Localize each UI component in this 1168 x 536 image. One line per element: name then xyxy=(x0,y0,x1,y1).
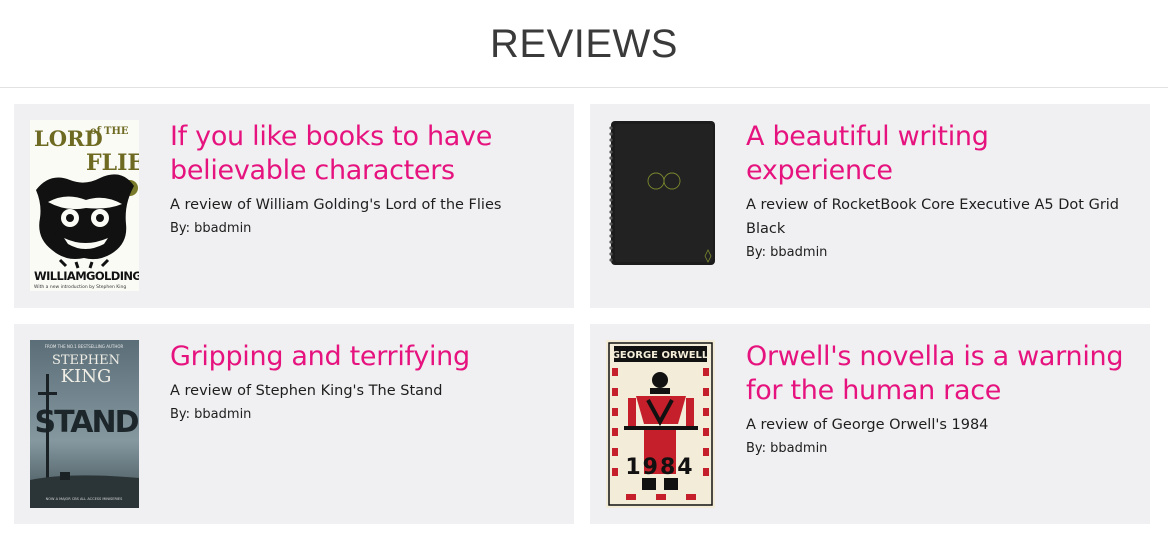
review-title-link[interactable]: If you like books to have believable cha… xyxy=(170,120,558,188)
review-subtitle: A review of William Golding's Lord of th… xyxy=(170,197,502,213)
review-card[interactable]: A beautiful writing experience A review … xyxy=(590,104,1150,308)
svg-text:KING: KING xyxy=(61,366,112,387)
svg-text:THE: THE xyxy=(104,126,129,137)
review-card[interactable]: GEORGE ORWELL 1984 Orwell's novella is a… xyxy=(590,324,1150,524)
review-card-body: If you like books to have believable cha… xyxy=(170,120,558,242)
the-stand-cover-art: FROM THE NO.1 BESTSELLING AUTHOR STEPHEN… xyxy=(30,340,139,508)
review-title-link[interactable]: Orwell's novella is a warning for the hu… xyxy=(746,340,1134,408)
review-card[interactable]: FROM THE NO.1 BESTSELLING AUTHOR STEPHEN… xyxy=(14,324,574,524)
rocketbook-notebook-image xyxy=(606,120,715,266)
reviews-grid: LORD of THE FLIES WILLIAMGOLDING With a … xyxy=(14,104,1150,524)
review-subtitle: A review of George Orwell's 1984 xyxy=(746,417,989,433)
svg-text:of: of xyxy=(90,126,102,137)
book-cover-image[interactable]: GEORGE ORWELL 1984 xyxy=(606,340,715,508)
svg-text:FLIES: FLIES xyxy=(86,150,139,176)
review-subtitle: A review of RocketBook Core Executive A5… xyxy=(746,197,1120,237)
svg-text:1984: 1984 xyxy=(625,455,694,480)
review-card-body: Gripping and terrifying A review of Step… xyxy=(170,340,558,428)
svg-text:GEORGE ORWELL: GEORGE ORWELL xyxy=(612,350,709,361)
review-title-link[interactable]: Gripping and terrifying xyxy=(170,340,558,374)
svg-text:WILLIAMGOLDING: WILLIAMGOLDING xyxy=(34,269,139,283)
review-author: By: bbadmin xyxy=(746,245,828,260)
product-image[interactable] xyxy=(606,120,715,266)
review-card[interactable]: LORD of THE FLIES WILLIAMGOLDING With a … xyxy=(14,104,574,308)
page-title: REVIEWS xyxy=(490,22,678,66)
page-header: REVIEWS xyxy=(0,0,1168,88)
svg-text:STAND: STAND xyxy=(35,405,139,440)
review-card-body: A beautiful writing experience A review … xyxy=(746,120,1134,266)
review-author: By: bbadmin xyxy=(746,441,828,456)
svg-text:With a new introduction by Ste: With a new introduction by Stephen King xyxy=(34,284,126,290)
review-subtitle: A review of Stephen King's The Stand xyxy=(170,383,443,399)
book-cover-image[interactable]: FROM THE NO.1 BESTSELLING AUTHOR STEPHEN… xyxy=(30,340,139,508)
review-author: By: bbadmin xyxy=(170,221,252,236)
nineteen-eighty-four-cover-art: GEORGE ORWELL 1984 xyxy=(606,340,715,508)
book-cover-image[interactable]: LORD of THE FLIES WILLIAMGOLDING With a … xyxy=(30,120,139,291)
review-author: By: bbadmin xyxy=(170,407,252,422)
svg-text:NOW A MAJOR CBS ALL ACCESS MIN: NOW A MAJOR CBS ALL ACCESS MINISERIES xyxy=(46,497,124,501)
review-title-link[interactable]: A beautiful writing experience xyxy=(746,120,1134,188)
svg-text:FROM THE NO.1 BESTSELLING AUTH: FROM THE NO.1 BESTSELLING AUTHOR xyxy=(45,344,124,349)
lord-of-the-flies-cover-art: LORD of THE FLIES WILLIAMGOLDING With a … xyxy=(30,120,139,291)
review-card-body: Orwell's novella is a warning for the hu… xyxy=(746,340,1134,462)
